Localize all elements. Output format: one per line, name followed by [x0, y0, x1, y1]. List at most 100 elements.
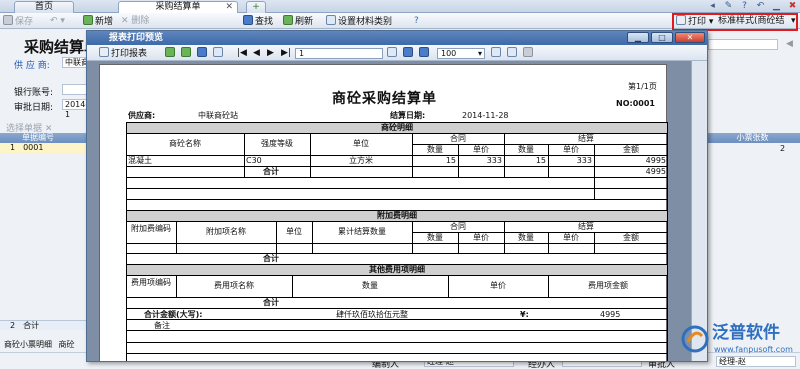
row-settle-price: 333 — [576, 156, 592, 165]
tab-close-icon[interactable]: ✕ — [225, 2, 233, 13]
dialog-minimize-icon[interactable]: ▁ — [627, 32, 649, 43]
row-name: 混凝土 — [128, 156, 152, 165]
yen-label: ¥: — [520, 310, 529, 319]
fit-width-icon[interactable] — [491, 47, 503, 59]
sec1-subtotal-amount: 4995 — [645, 167, 666, 176]
find-button[interactable]: 查找 — [243, 15, 273, 27]
sum-row: 2 合计 — [0, 320, 88, 330]
row-contract-qty: 15 — [445, 156, 456, 165]
zoom-select[interactable]: 100 ▾ — [437, 48, 485, 59]
col-cost-code: 费用项编码 — [131, 278, 171, 287]
total-words: 肆仟玖佰玖拾伍元整 — [336, 310, 408, 319]
save-button[interactable]: 保存 — [3, 15, 33, 27]
new-button[interactable]: 新增 — [83, 15, 113, 27]
help-icon[interactable]: ? — [738, 1, 751, 12]
logo-icon — [681, 325, 709, 353]
col-fee-contract-price: 单价 — [473, 233, 489, 242]
back-icon[interactable]: ↶ — [754, 1, 767, 12]
logo: 泛普软件 www.fanpusoft.com — [680, 322, 798, 356]
total-number: 4995 — [600, 310, 621, 319]
next-page-icon[interactable]: ▶ — [267, 47, 274, 59]
set-material-category-button[interactable]: 设置材料类别 — [326, 15, 392, 27]
col-contract-qty: 数量 — [427, 145, 443, 154]
total-label: 合计金额(大写): — [144, 310, 203, 319]
right-field[interactable] — [708, 39, 778, 50]
section1-title: 商砼明细 — [381, 123, 413, 132]
zoom-in-icon[interactable] — [403, 47, 415, 59]
col-contract-price: 单价 — [473, 145, 489, 154]
col-settlement: 结算 — [578, 134, 594, 143]
nav-arrow-icon[interactable]: ◀ — [786, 39, 793, 49]
dialog-maximize-icon[interactable]: □ — [651, 32, 673, 43]
nav-icon[interactable]: ◂ — [706, 1, 719, 12]
supplier-label: 供 应 商: — [14, 61, 50, 71]
col-fee-contract: 合同 — [450, 222, 466, 231]
col-unit: 单位 — [353, 139, 369, 148]
close-app-icon[interactable]: ✖ — [786, 1, 799, 12]
delete-button[interactable]: ✕ 删除 — [121, 15, 149, 27]
col-fee-code: 附加费编码 — [131, 224, 171, 233]
col-fee-unit: 单位 — [286, 227, 302, 236]
receipt-count-value: 2 — [780, 144, 786, 153]
tab-receipt-detail[interactable]: 商砼小票明细 — [4, 340, 52, 349]
preview-scrollbar[interactable] — [691, 61, 707, 361]
row-settle-qty: 15 — [535, 156, 546, 165]
last-page-icon[interactable]: ▶| — [281, 47, 291, 59]
sec2-subtotal-label: 合计 — [263, 254, 279, 263]
prev-page-icon[interactable]: ◀ — [253, 47, 260, 59]
report-date-value: 2014-11-28 — [462, 111, 509, 120]
dialog-close-icon[interactable]: ✕ — [675, 32, 705, 43]
undo-icon[interactable]: ↶ ▾ — [50, 15, 65, 27]
export-excel2-icon[interactable] — [181, 47, 193, 59]
delete-icon: ✕ — [121, 16, 132, 26]
tools-icon[interactable]: ✎ — [722, 1, 735, 12]
fit-page-icon[interactable] — [507, 47, 519, 59]
row-grade: C30 — [246, 156, 262, 165]
receipt-count-header: 小票张数 — [705, 133, 800, 143]
page-view-icon[interactable] — [387, 47, 399, 59]
zoom-out-icon[interactable] — [419, 47, 431, 59]
logo-url: www.fanpusoft.com — [714, 345, 793, 354]
section2-title: 附加费明细 — [377, 211, 417, 220]
dialog-title: 报表打印预览 — [87, 31, 707, 45]
col-fee-contract-qty: 数量 — [427, 233, 443, 242]
first-page-icon[interactable]: |◀ — [237, 47, 247, 59]
print-report-button[interactable]: 打印报表 — [99, 47, 147, 59]
col-fee-name: 附加项名称 — [206, 227, 246, 236]
sec3-subtotal-label: 合计 — [263, 298, 279, 307]
new-tab-icon[interactable]: + — [246, 1, 266, 13]
report-page: 第1/1页 商砼采购结算单 NO:0001 供应商: 中联商砼站 结算日期: 2… — [99, 64, 668, 361]
approve-date-label: 审批日期: — [14, 103, 54, 113]
minimize-icon[interactable]: ▁ — [770, 1, 783, 12]
help-circle-icon[interactable]: ? — [414, 15, 419, 27]
tab-home[interactable]: 首页 — [14, 1, 74, 13]
export-pdf-icon[interactable] — [213, 47, 225, 59]
col-concrete-name: 商砼名称 — [169, 139, 201, 148]
report-supplier-label: 供应商: — [128, 111, 156, 120]
approver-field[interactable]: 经理-赵 — [716, 356, 796, 367]
preview-area[interactable]: 第1/1页 商砼采购结算单 NO:0001 供应商: 中联商砼站 结算日期: 2… — [87, 61, 707, 361]
new-icon — [83, 15, 93, 25]
col-fee-settle-qty: 数量 — [518, 233, 534, 242]
page-info: 第1/1页 — [628, 82, 657, 91]
tab-concrete[interactable]: 商砼 — [59, 340, 75, 349]
export-excel-icon[interactable] — [165, 47, 177, 59]
col-fee-settlement: 结算 — [578, 222, 594, 231]
bank-account-label: 银行账号: — [14, 88, 54, 98]
col-fee-amount: 金额 — [623, 233, 639, 242]
table-row[interactable]: 1 0001 — [0, 143, 88, 153]
col-contract: 合同 — [450, 134, 466, 143]
close-preview-icon[interactable] — [523, 47, 535, 59]
report-title: 商砼采购结算单 — [332, 91, 437, 107]
row-amount: 4995 — [645, 156, 666, 165]
tab-purchase-settlement[interactable]: 采购结算单 ✕ — [118, 1, 238, 13]
tab-bar: 首页 采购结算单 ✕ + ◂ ✎ ? ↶ ▁ ✖ — [0, 0, 800, 13]
export-image-icon[interactable] — [197, 47, 209, 59]
page-number-input[interactable]: 1 — [295, 48, 383, 59]
category-icon — [326, 15, 336, 25]
refresh-button[interactable]: 刷新 — [283, 15, 313, 27]
col-settle-qty: 数量 — [518, 145, 534, 154]
col-fee-settle-price: 单价 — [563, 233, 579, 242]
col-amount: 金额 — [623, 145, 639, 154]
col-cost-amount: 费用项金额 — [588, 281, 628, 290]
